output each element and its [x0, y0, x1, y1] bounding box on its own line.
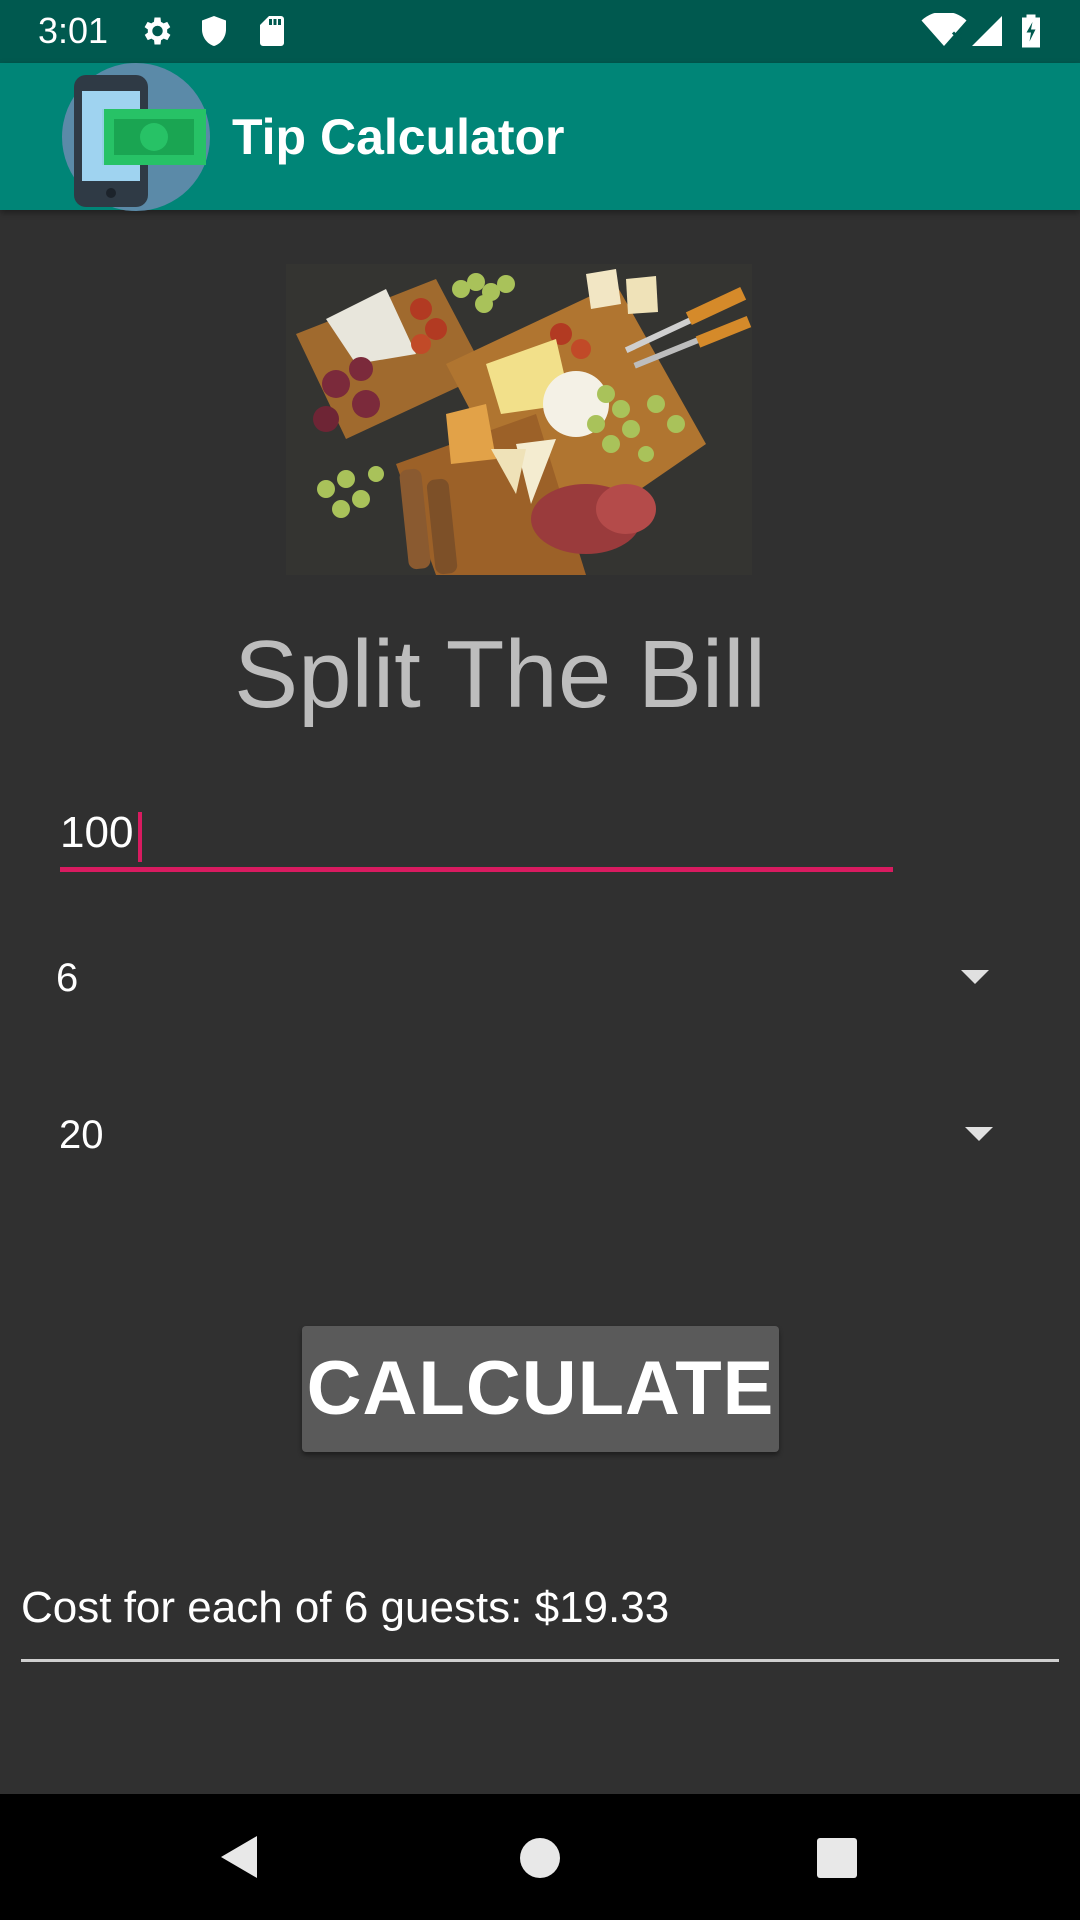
battery-icon [1022, 14, 1040, 48]
phone-money-icon [62, 63, 210, 211]
back-icon[interactable] [215, 1832, 265, 1882]
result-text: Cost for each of 6 guests: $19.33 [21, 1583, 670, 1632]
text-cursor [138, 812, 142, 862]
bill-amount-input[interactable]: 100 [60, 800, 893, 872]
tip-percent-spinner[interactable]: 20 [40, 1085, 1010, 1185]
signal-icon [972, 16, 1002, 46]
sd-card-icon [260, 16, 284, 46]
chevron-down-icon[interactable] [961, 970, 989, 984]
app-bar: Tip Calculator [0, 63, 1080, 211]
gear-icon [144, 17, 171, 45]
bill-input-underline [60, 867, 893, 872]
result-field: Cost for each of 6 guests: $19.33 [21, 1570, 1059, 1662]
navigation-bar [0, 1794, 1080, 1920]
guests-spinner[interactable]: 6 [40, 928, 1010, 1028]
food-platter-image [286, 264, 752, 575]
tip-spinner-value: 20 [59, 1113, 104, 1157]
result-underline [21, 1659, 1059, 1662]
shield-icon [202, 16, 226, 46]
guests-spinner-value: 6 [56, 956, 79, 1000]
screen: 3:01 Tip Calculator Split The Bill 100 6… [0, 0, 1080, 1920]
recents-icon[interactable] [817, 1838, 857, 1878]
home-icon[interactable] [520, 1838, 560, 1878]
wifi-icon [921, 13, 967, 46]
app-title: Tip Calculator [232, 109, 565, 165]
bill-amount-value[interactable]: 100 [60, 805, 133, 861]
chevron-down-icon[interactable] [965, 1127, 993, 1141]
status-bar: 3:01 [0, 0, 1080, 63]
calculate-button[interactable]: CALCULATE [302, 1326, 779, 1452]
page-heading: Split The Bill [234, 621, 766, 728]
status-time: 3:01 [38, 10, 109, 51]
